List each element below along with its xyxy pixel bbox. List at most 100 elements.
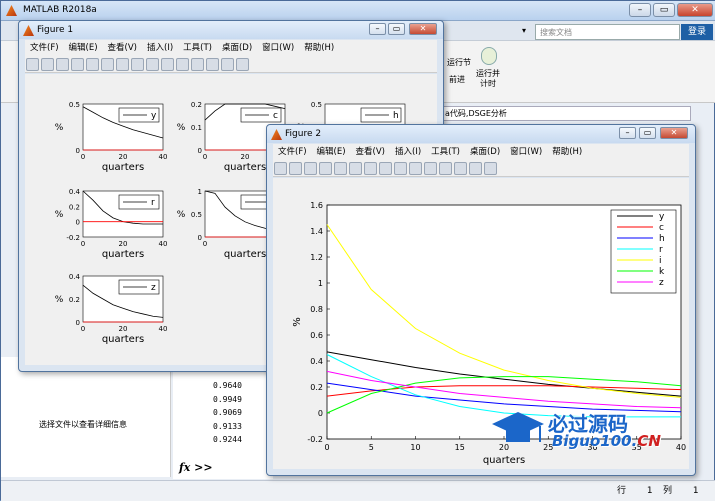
subplot-y-tick-label: 0.5 [191,211,202,219]
pan-icon[interactable] [131,58,144,71]
new-figure-icon[interactable] [274,162,287,175]
dock-icon[interactable] [236,58,249,71]
subplot-y-tick-label: 0.2 [191,101,202,109]
cmd-output-line: 0.9133 [213,421,242,431]
brush-icon[interactable] [424,162,437,175]
matlab-logo-icon [23,25,34,36]
menu-desktop[interactable]: 桌面(D) [465,144,505,160]
open-icon[interactable] [289,162,302,175]
figure1-minimize-button[interactable]: – [369,23,386,35]
brush-icon[interactable] [176,58,189,71]
legend-label-c: c [659,223,664,233]
figure2-title-bar[interactable]: Figure 2 – ▭ ✕ [267,125,695,143]
pointer-icon[interactable] [86,58,99,71]
current-folder-path[interactable]: a代码,DSGE分析 [441,106,691,121]
watermark-url-tld: CN [637,432,661,450]
subplot-y-tick-label: 0.4 [69,273,81,281]
subplot-x-tick-label: 0 [81,240,85,248]
subplot-x-tick-label: 40 [159,325,168,333]
open-icon[interactable] [41,58,54,71]
menu-tools[interactable]: 工具(T) [426,144,465,160]
command-output: 0.9640 0.9949 0.9069 0.9133 0.9244 [213,379,242,447]
subplot-y-tick-label: 0 [76,319,80,327]
subplot-legend-label: r [151,198,155,208]
subplot-y-tick-label: 0.2 [69,203,80,211]
hide-tools-icon[interactable] [221,58,234,71]
subplot-y-tick-label: 0.2 [69,296,80,304]
login-button[interactable]: 登录 [681,24,713,40]
legend-label-h: h [659,234,665,244]
menu-help[interactable]: 帮助(H) [299,40,339,56]
menu-edit[interactable]: 编辑(E) [64,40,103,56]
figure1-maximize-button[interactable]: ▭ [388,23,405,35]
data-cursor-icon[interactable] [161,58,174,71]
save-icon[interactable] [56,58,69,71]
x-tick-label: 5 [369,443,374,452]
figure1-title-bar[interactable]: Figure 1 – ▭ ✕ [19,21,443,39]
subplot-x-tick-label: 20 [119,325,128,333]
figure2-toolbar [273,160,689,177]
watermark-url-main: Biguo100. [552,432,638,450]
zoom-in-icon[interactable] [349,162,362,175]
cmd-output-line: 0.9244 [213,435,242,444]
pointer-icon[interactable] [334,162,347,175]
matlab-logo-icon [6,5,17,16]
hide-tools-icon[interactable] [469,162,482,175]
menu-file[interactable]: 文件(F) [273,144,312,160]
maximize-button[interactable]: ▭ [653,3,675,17]
search-input[interactable]: 搜索文档 [535,24,680,40]
print-icon[interactable] [71,58,84,71]
figure2-close-button[interactable]: ✕ [660,127,688,139]
run-and-time-button[interactable]: 运行并 计时 [476,69,500,89]
command-prompt[interactable]: fx >> [179,461,213,474]
save-icon[interactable] [304,162,317,175]
minimize-button[interactable]: – [629,3,651,17]
menu-edit[interactable]: 编辑(E) [312,144,351,160]
subplot-x-tick-label: 0 [203,153,207,161]
colorbar-icon[interactable] [191,58,204,71]
menu-insert[interactable]: 插入(I) [142,40,178,56]
subplot-x-tick-label: 20 [119,240,128,248]
menu-help[interactable]: 帮助(H) [547,144,587,160]
menu-file[interactable]: 文件(F) [25,40,64,56]
zoom-in-icon[interactable] [101,58,114,71]
advance-label[interactable]: 前进 [449,74,465,85]
menu-window[interactable]: 窗口(W) [257,40,299,56]
figure2-maximize-button[interactable]: ▭ [639,127,656,139]
rotate-icon[interactable] [394,162,407,175]
run-section-label[interactable]: 运行节 [447,57,471,68]
subplot-x-label: quarters [102,162,144,173]
subplot-x-tick-label: 0 [81,153,85,161]
x-tick-label: 0 [324,443,329,452]
data-cursor-icon[interactable] [409,162,422,175]
subplot-legend-label: z [151,283,156,293]
colorbar-icon[interactable] [439,162,452,175]
print-icon[interactable] [319,162,332,175]
pan-icon[interactable] [379,162,392,175]
search-dropdown-icon[interactable]: ▾ [522,26,526,35]
watermark-url: Biguo100.CN [552,432,661,450]
zoom-out-icon[interactable] [116,58,129,71]
legend-icon[interactable] [454,162,467,175]
menu-insert[interactable]: 插入(I) [390,144,426,160]
details-placeholder-text: 选择文件以查看详细信息 [39,420,127,429]
y-tick-label: 0.4 [310,357,323,366]
menu-desktop[interactable]: 桌面(D) [217,40,257,56]
dock-icon[interactable] [484,162,497,175]
menu-view[interactable]: 查看(V) [351,144,390,160]
figure1-close-button[interactable]: ✕ [409,23,437,35]
run-time-icon[interactable] [481,47,497,65]
menu-view[interactable]: 查看(V) [103,40,142,56]
zoom-out-icon[interactable] [364,162,377,175]
rotate-icon[interactable] [146,58,159,71]
subplot-x-label: quarters [102,334,144,345]
subplot-legend-label: y [151,111,157,121]
menu-tools[interactable]: 工具(T) [178,40,217,56]
close-button[interactable]: ✕ [677,3,713,17]
figure2-minimize-button[interactable]: – [619,127,636,139]
subplot-y: 0.5 00 20 40 quarters% y [55,101,168,173]
new-figure-icon[interactable] [26,58,39,71]
legend-icon[interactable] [206,58,219,71]
legend-label-r: r [659,245,663,255]
menu-window[interactable]: 窗口(W) [505,144,547,160]
